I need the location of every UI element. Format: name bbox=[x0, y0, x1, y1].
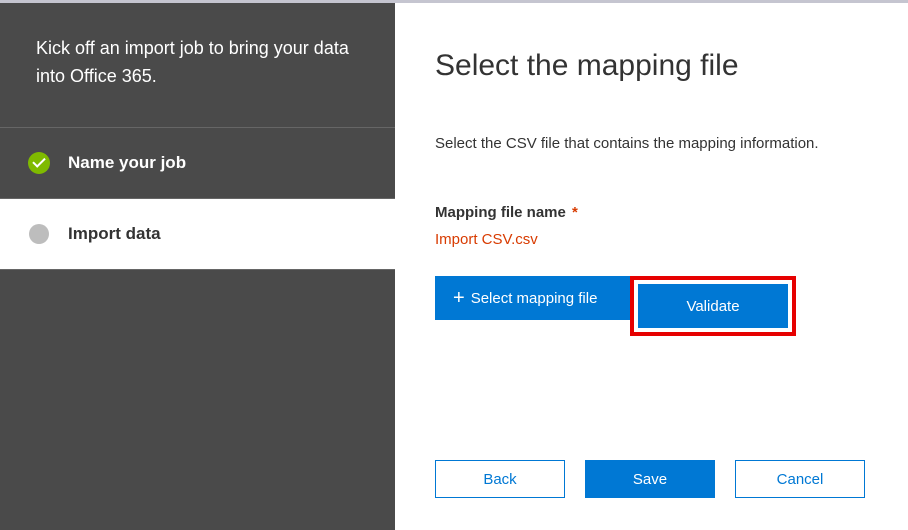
required-asterisk: * bbox=[572, 204, 578, 221]
plus-icon: + bbox=[453, 287, 465, 310]
sidebar-fill bbox=[0, 269, 395, 530]
step-label: Import data bbox=[68, 224, 161, 244]
check-icon bbox=[28, 152, 50, 174]
mapping-file-name: Import CSV.csv bbox=[435, 231, 868, 248]
sidebar-intro: Kick off an import job to bring your dat… bbox=[0, 3, 395, 128]
main-panel: Select the mapping file Select the CSV f… bbox=[395, 3, 908, 530]
footer-buttons: Back Save Cancel bbox=[435, 460, 865, 498]
field-label-text: Mapping file name bbox=[435, 204, 566, 221]
validate-label: Validate bbox=[686, 298, 739, 315]
validate-button[interactable]: Validate bbox=[638, 284, 788, 328]
cancel-button[interactable]: Cancel bbox=[735, 460, 865, 498]
back-button[interactable]: Back bbox=[435, 460, 565, 498]
current-step-icon bbox=[28, 223, 50, 245]
save-button[interactable]: Save bbox=[585, 460, 715, 498]
page-subtitle: Select the CSV file that contains the ma… bbox=[435, 135, 868, 152]
page-title: Select the mapping file bbox=[435, 49, 868, 83]
wizard-sidebar: Kick off an import job to bring your dat… bbox=[0, 3, 395, 530]
select-file-label: Select mapping file bbox=[471, 290, 598, 307]
step-import-data[interactable]: Import data bbox=[0, 199, 395, 269]
select-mapping-file-button[interactable]: + Select mapping file bbox=[435, 276, 630, 320]
step-label: Name your job bbox=[68, 153, 186, 173]
mapping-file-label: Mapping file name * bbox=[435, 204, 868, 221]
step-name-your-job[interactable]: Name your job bbox=[0, 128, 395, 199]
file-buttons-row: + Select mapping file Validate bbox=[435, 276, 868, 336]
validate-highlight: Validate bbox=[630, 276, 796, 336]
